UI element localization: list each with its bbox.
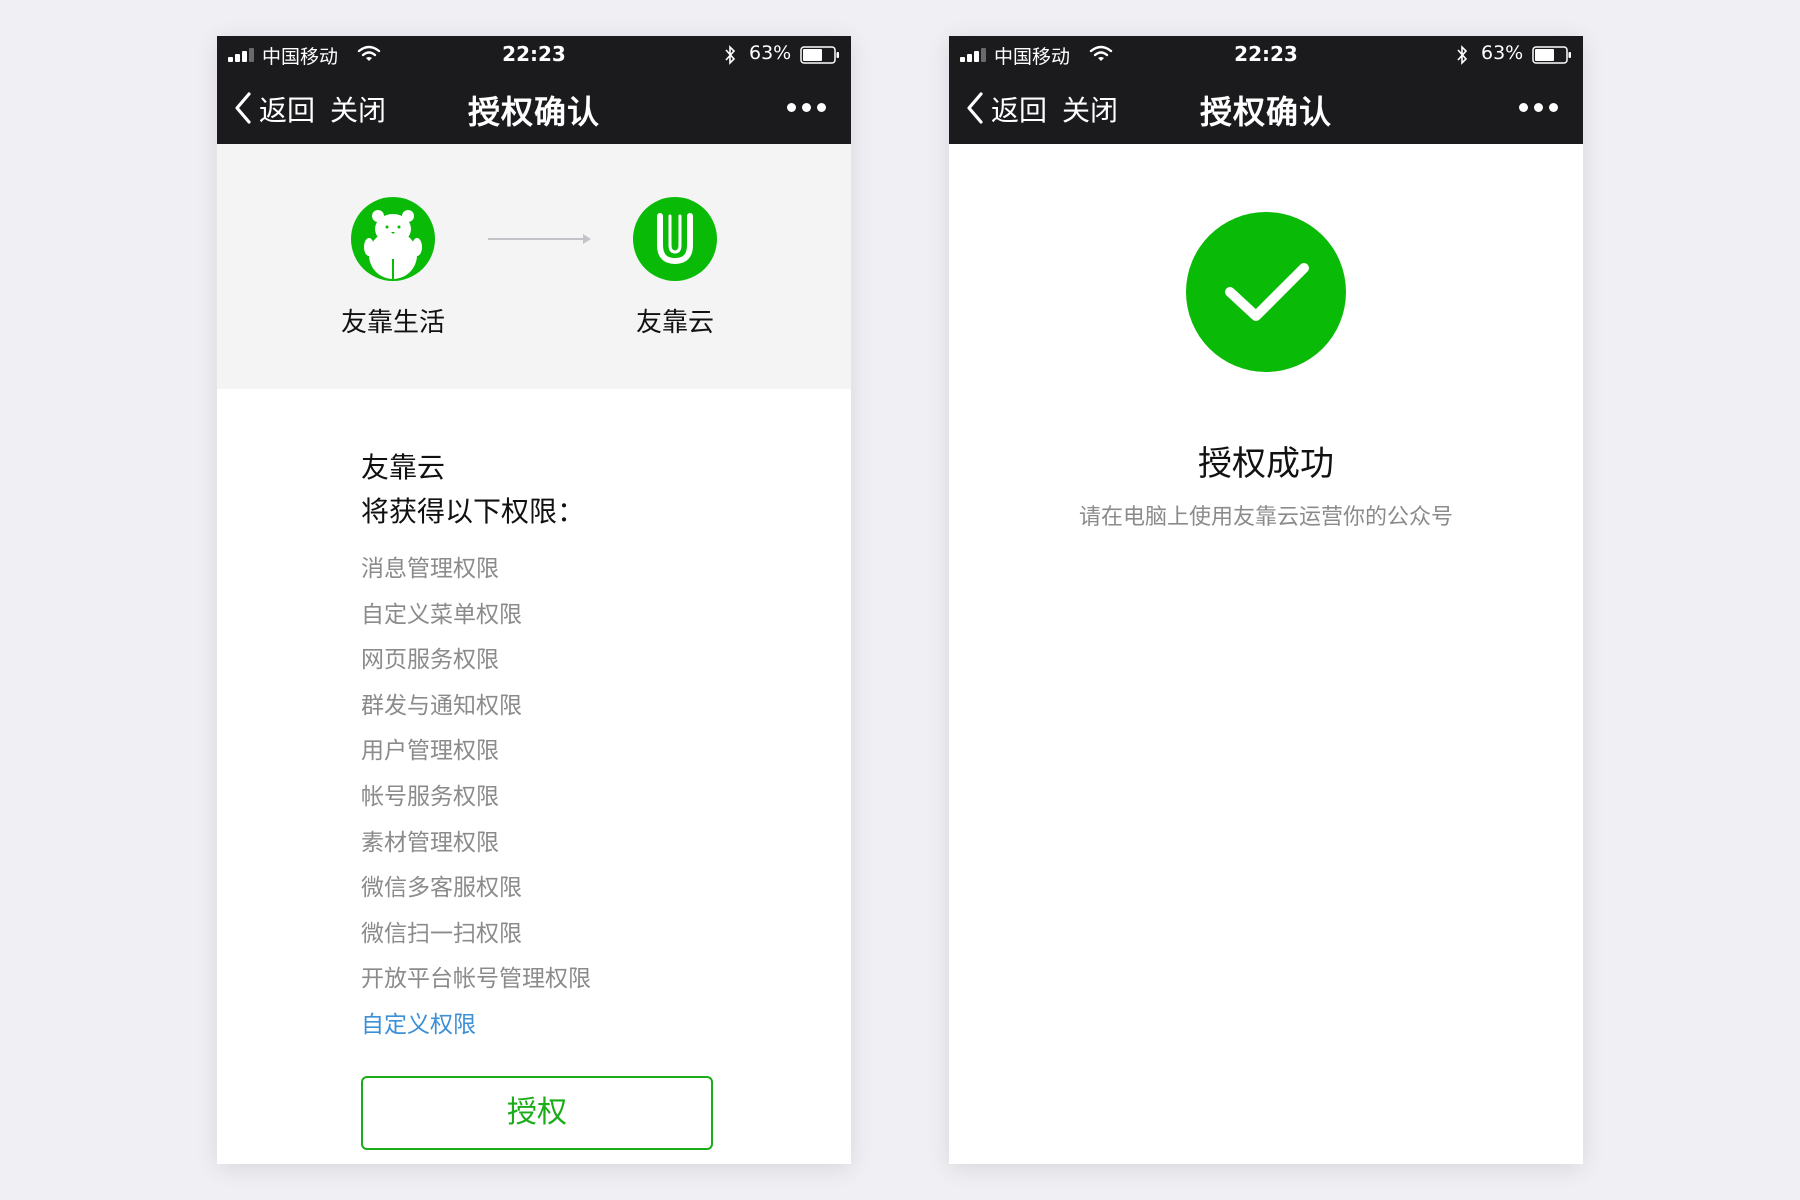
bluetooth-icon <box>725 45 736 65</box>
success-title: 授权成功 <box>1198 444 1334 484</box>
permission-list: 消息管理权限 自定义菜单权限 网页服务权限 群发与通知权限 用户管理权限 帐号服… <box>361 547 781 1003</box>
permission-item: 消息管理权限 <box>361 556 499 582</box>
more-options-icon[interactable] <box>787 102 827 114</box>
permission-item: 开放平台帐号管理权限 <box>361 966 591 993</box>
page-title: 授权确认 <box>467 93 600 131</box>
permission-app-name: 友靠云 <box>361 451 446 484</box>
u-logo-icon <box>633 197 717 281</box>
success-description: 请在电脑上使用友靠云运营你的公众号 <box>1078 505 1453 530</box>
navbar: 中国移动 22:23 63% 返回 关闭 授权确认 <box>217 36 851 144</box>
arrow-right-icon <box>488 234 591 244</box>
app-authorization-header: 友靠生活 友靠云 <box>217 144 851 389</box>
permission-intro: 将获得以下权限： <box>361 495 586 528</box>
checkmark-icon <box>1186 212 1346 372</box>
phone-screen-success: 中国移动 22:23 63% 返回 关闭 授权确认 授权成功 请在电脑上使用友靠… <box>949 36 1583 1164</box>
permission-section: 友靠云 将获得以下权限： 消息管理权限 自定义菜单权限 网页服务权限 群发与通知… <box>361 446 781 1049</box>
custom-permissions-link[interactable]: 自定义权限 <box>361 1003 781 1049</box>
bluetooth-icon <box>1457 45 1468 65</box>
permission-item: 素材管理权限 <box>361 829 499 856</box>
permission-item: 网页服务权限 <box>361 647 499 674</box>
more-options-icon[interactable] <box>1519 102 1559 114</box>
bear-icon <box>351 197 435 281</box>
status-bar: 中国移动 22:23 63% <box>949 36 1583 72</box>
phone-screen-authorize: 中国移动 22:23 63% 返回 关闭 授权确认 友靠生活 友靠云 友靠云 将… <box>217 36 851 1164</box>
battery-icon <box>800 46 839 64</box>
battery-percent: 63% <box>749 42 792 64</box>
permission-item: 微信扫一扫权限 <box>361 920 522 947</box>
authorize-button[interactable]: 授权 <box>361 1076 713 1150</box>
battery-icon <box>1532 46 1571 64</box>
permission-item: 微信多客服权限 <box>361 875 522 902</box>
permission-item: 群发与通知权限 <box>361 692 522 719</box>
page-title: 授权确认 <box>1199 93 1332 131</box>
battery-percent: 63% <box>1481 42 1524 64</box>
status-bar: 中国移动 22:23 63% <box>217 36 851 72</box>
permission-item: 自定义菜单权限 <box>361 601 522 628</box>
source-app-name: 友靠生活 <box>340 308 445 338</box>
navbar: 中国移动 22:23 63% 返回 关闭 授权确认 <box>949 36 1583 144</box>
target-app-name: 友靠云 <box>635 308 714 338</box>
permission-item: 用户管理权限 <box>361 738 499 765</box>
permission-item: 帐号服务权限 <box>361 783 499 810</box>
